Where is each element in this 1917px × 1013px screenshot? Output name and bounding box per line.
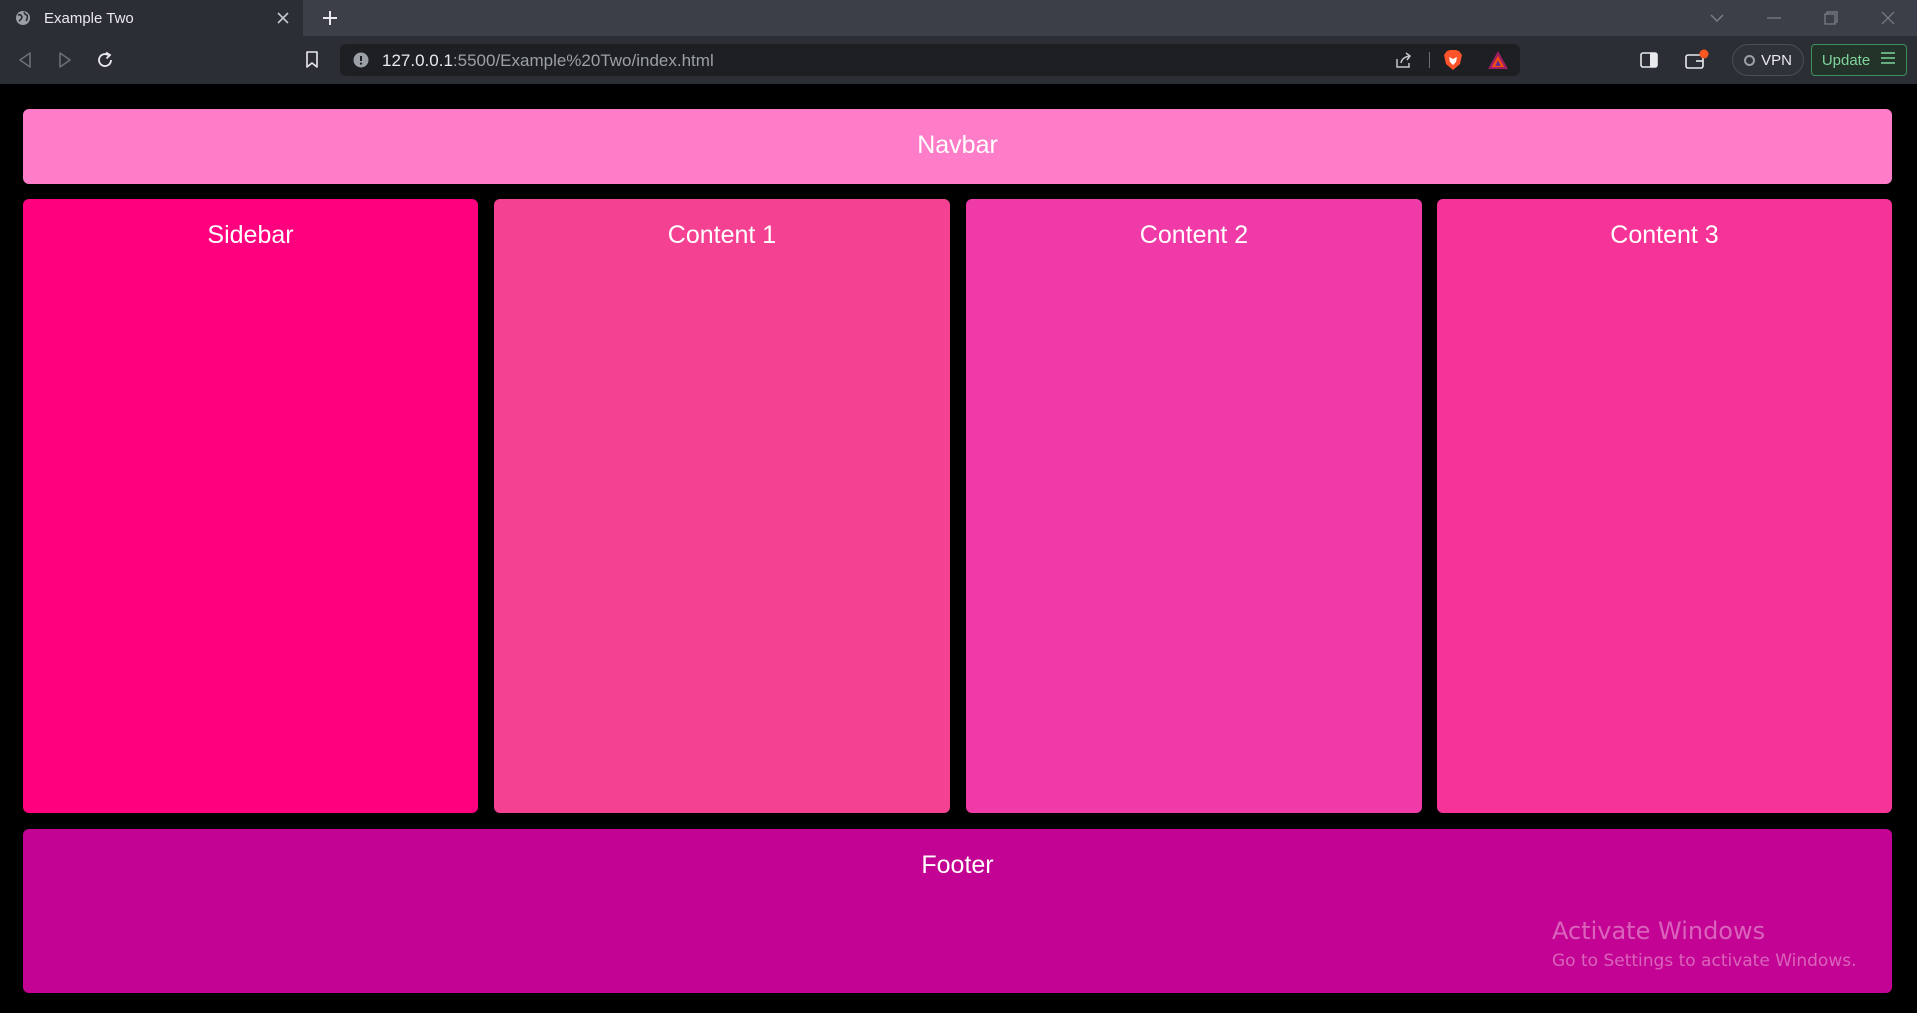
hamburger-menu-icon xyxy=(1880,51,1896,69)
sidebar-label: Sidebar xyxy=(207,221,294,249)
reload-icon[interactable] xyxy=(93,48,117,72)
site-info-icon[interactable] xyxy=(353,52,369,68)
vpn-button[interactable]: VPN xyxy=(1732,44,1804,76)
wallet-icon[interactable] xyxy=(1685,48,1709,72)
activate-windows-subtitle: Go to Settings to activate Windows. xyxy=(1552,951,1857,971)
content-3-block: Content 3 xyxy=(1437,199,1892,813)
sidebar-toggle-icon[interactable] xyxy=(1637,48,1661,72)
back-icon[interactable] xyxy=(13,48,37,72)
footer-label: Footer xyxy=(921,851,994,879)
tab-search-chevron-icon[interactable] xyxy=(1699,4,1735,32)
tab-title: Example Two xyxy=(44,9,134,27)
new-tab-plus-icon[interactable] xyxy=(318,6,342,30)
content-1-block: Content 1 xyxy=(494,199,950,813)
close-tab-icon[interactable] xyxy=(273,8,293,28)
brave-rewards-icon[interactable] xyxy=(1487,50,1509,70)
update-button[interactable]: Update xyxy=(1811,44,1907,76)
minimize-icon[interactable] xyxy=(1756,4,1792,32)
brave-shields-icon[interactable] xyxy=(1443,49,1463,71)
close-window-icon[interactable] xyxy=(1870,4,1906,32)
share-icon[interactable] xyxy=(1395,51,1413,69)
content-1-label: Content 1 xyxy=(667,221,777,249)
update-label: Update xyxy=(1821,51,1871,69)
activate-windows-title: Activate Windows xyxy=(1552,917,1766,945)
tab-strip: Example Two xyxy=(0,0,1917,36)
vpn-label: VPN xyxy=(1761,51,1792,69)
sidebar-block: Sidebar xyxy=(23,199,478,813)
globe-icon xyxy=(14,9,32,27)
content-2-label: Content 2 xyxy=(1139,221,1249,249)
browser-toolbar: 127.0.0.1:5500/Example%20Two/index.html … xyxy=(0,36,1917,84)
url-host: 127.0.0.1 xyxy=(382,51,453,70)
restore-icon[interactable] xyxy=(1813,4,1849,32)
page-viewport: Navbar Sidebar Content 1 Content 2 Conte… xyxy=(0,84,1917,1013)
address-bar[interactable]: 127.0.0.1:5500/Example%20Two/index.html xyxy=(340,44,1520,76)
url-path: :5500/Example%20Two/index.html xyxy=(452,51,714,70)
forward-icon[interactable] xyxy=(53,48,77,72)
activate-windows-watermark: Activate Windows Go to Settings to activ… xyxy=(1552,917,1857,971)
navbar-block: Navbar xyxy=(23,109,1892,184)
url-divider xyxy=(1429,52,1430,68)
navbar-label: Navbar xyxy=(917,131,998,159)
content-3-label: Content 3 xyxy=(1610,221,1719,249)
vpn-status-icon xyxy=(1744,54,1756,66)
active-tab[interactable]: Example Two xyxy=(0,0,303,36)
content-2-block: Content 2 xyxy=(966,199,1422,813)
bookmark-icon[interactable] xyxy=(300,48,324,72)
url-text[interactable]: 127.0.0.1:5500/Example%20Two/index.html xyxy=(382,51,714,71)
